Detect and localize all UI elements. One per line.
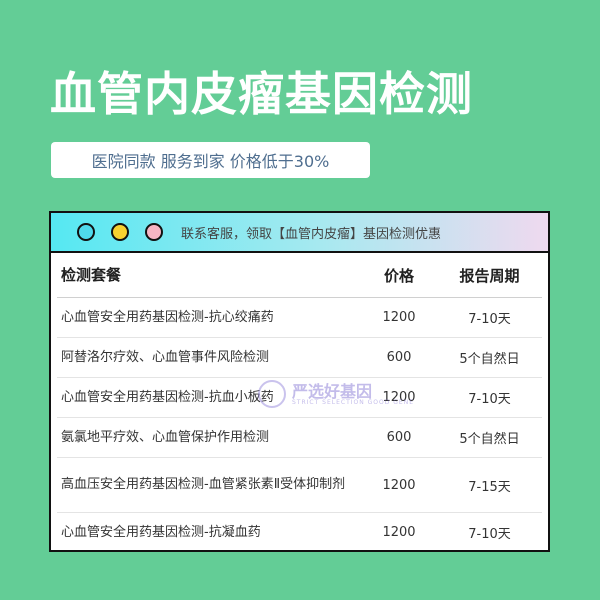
table-row[interactable]: 氨氯地平疗效、心血管保护作用检测 600 5个自然日 [57, 418, 542, 458]
table-row[interactable]: 高血压安全用药基因检测-血管紧张素Ⅱ受体抑制剂 1200 7-15天 [57, 458, 542, 513]
titlebar-text: 联系客服，领取【血管内皮瘤】基因检测优惠 [181, 226, 442, 242]
header-package: 检测套餐 [61, 266, 122, 284]
package-period: 7-10天 [468, 392, 511, 407]
package-name: 心血管安全用药基因检测-抗血小板药 [61, 389, 274, 405]
table-row[interactable]: 阿替洛尔疗效、心血管事件风险检测 600 5个自然日 [57, 338, 542, 378]
package-period: 7-10天 [468, 312, 511, 327]
browser-window: 联系客服，领取【血管内皮瘤】基因检测优惠 检测套餐 价格 报告周期 心血管安全用… [49, 211, 550, 552]
package-name: 阿替洛尔疗效、心血管事件风险检测 [61, 349, 270, 365]
package-price: 1200 [382, 525, 416, 540]
package-name: 心血管安全用药基因检测-抗凝血药 [61, 524, 261, 540]
table-row[interactable]: 心血管安全用药基因检测-抗血小板药 1200 7-10天 [57, 378, 542, 418]
package-price: 600 [386, 350, 412, 365]
header-price: 价格 [383, 266, 414, 285]
window-dot-cyan[interactable] [77, 223, 95, 241]
subtitle-text: 医院同款 服务到家 价格低于30% [91, 152, 330, 171]
window-dot-pink[interactable] [145, 223, 163, 241]
package-name: 氨氯地平疗效、心血管保护作用检测 [61, 429, 270, 445]
package-price: 1200 [382, 390, 416, 405]
table-row[interactable]: 心血管安全用药基因检测-抗心绞痛药 1200 7-10天 [57, 298, 542, 338]
window-dot-yellow[interactable] [111, 223, 129, 241]
package-period: 7-15天 [468, 479, 511, 495]
package-name: 高血压安全用药基因检测-血管紧张素Ⅱ受体抑制剂 [61, 477, 346, 492]
package-price: 1200 [382, 310, 416, 325]
table-header-row: 检测套餐 价格 报告周期 [57, 253, 542, 298]
window-titlebar: 联系客服，领取【血管内皮瘤】基因检测优惠 [51, 213, 548, 253]
package-period: 5个自然日 [459, 432, 520, 447]
package-period: 5个自然日 [459, 352, 520, 367]
package-name: 心血管安全用药基因检测-抗心绞痛药 [61, 309, 274, 325]
package-price: 1200 [382, 477, 416, 493]
page-title: 血管内皮瘤基因检测 [50, 67, 473, 121]
subtitle-banner: 医院同款 服务到家 价格低于30% [51, 142, 370, 178]
test-package-table: 检测套餐 价格 报告周期 心血管安全用药基因检测-抗心绞痛药 1200 7-10… [51, 253, 548, 552]
header-period: 报告周期 [459, 266, 520, 285]
package-price: 600 [386, 430, 412, 445]
table-row[interactable]: 心血管安全用药基因检测-抗凝血药 1200 7-10天 [57, 513, 542, 552]
package-period: 7-10天 [468, 527, 511, 542]
